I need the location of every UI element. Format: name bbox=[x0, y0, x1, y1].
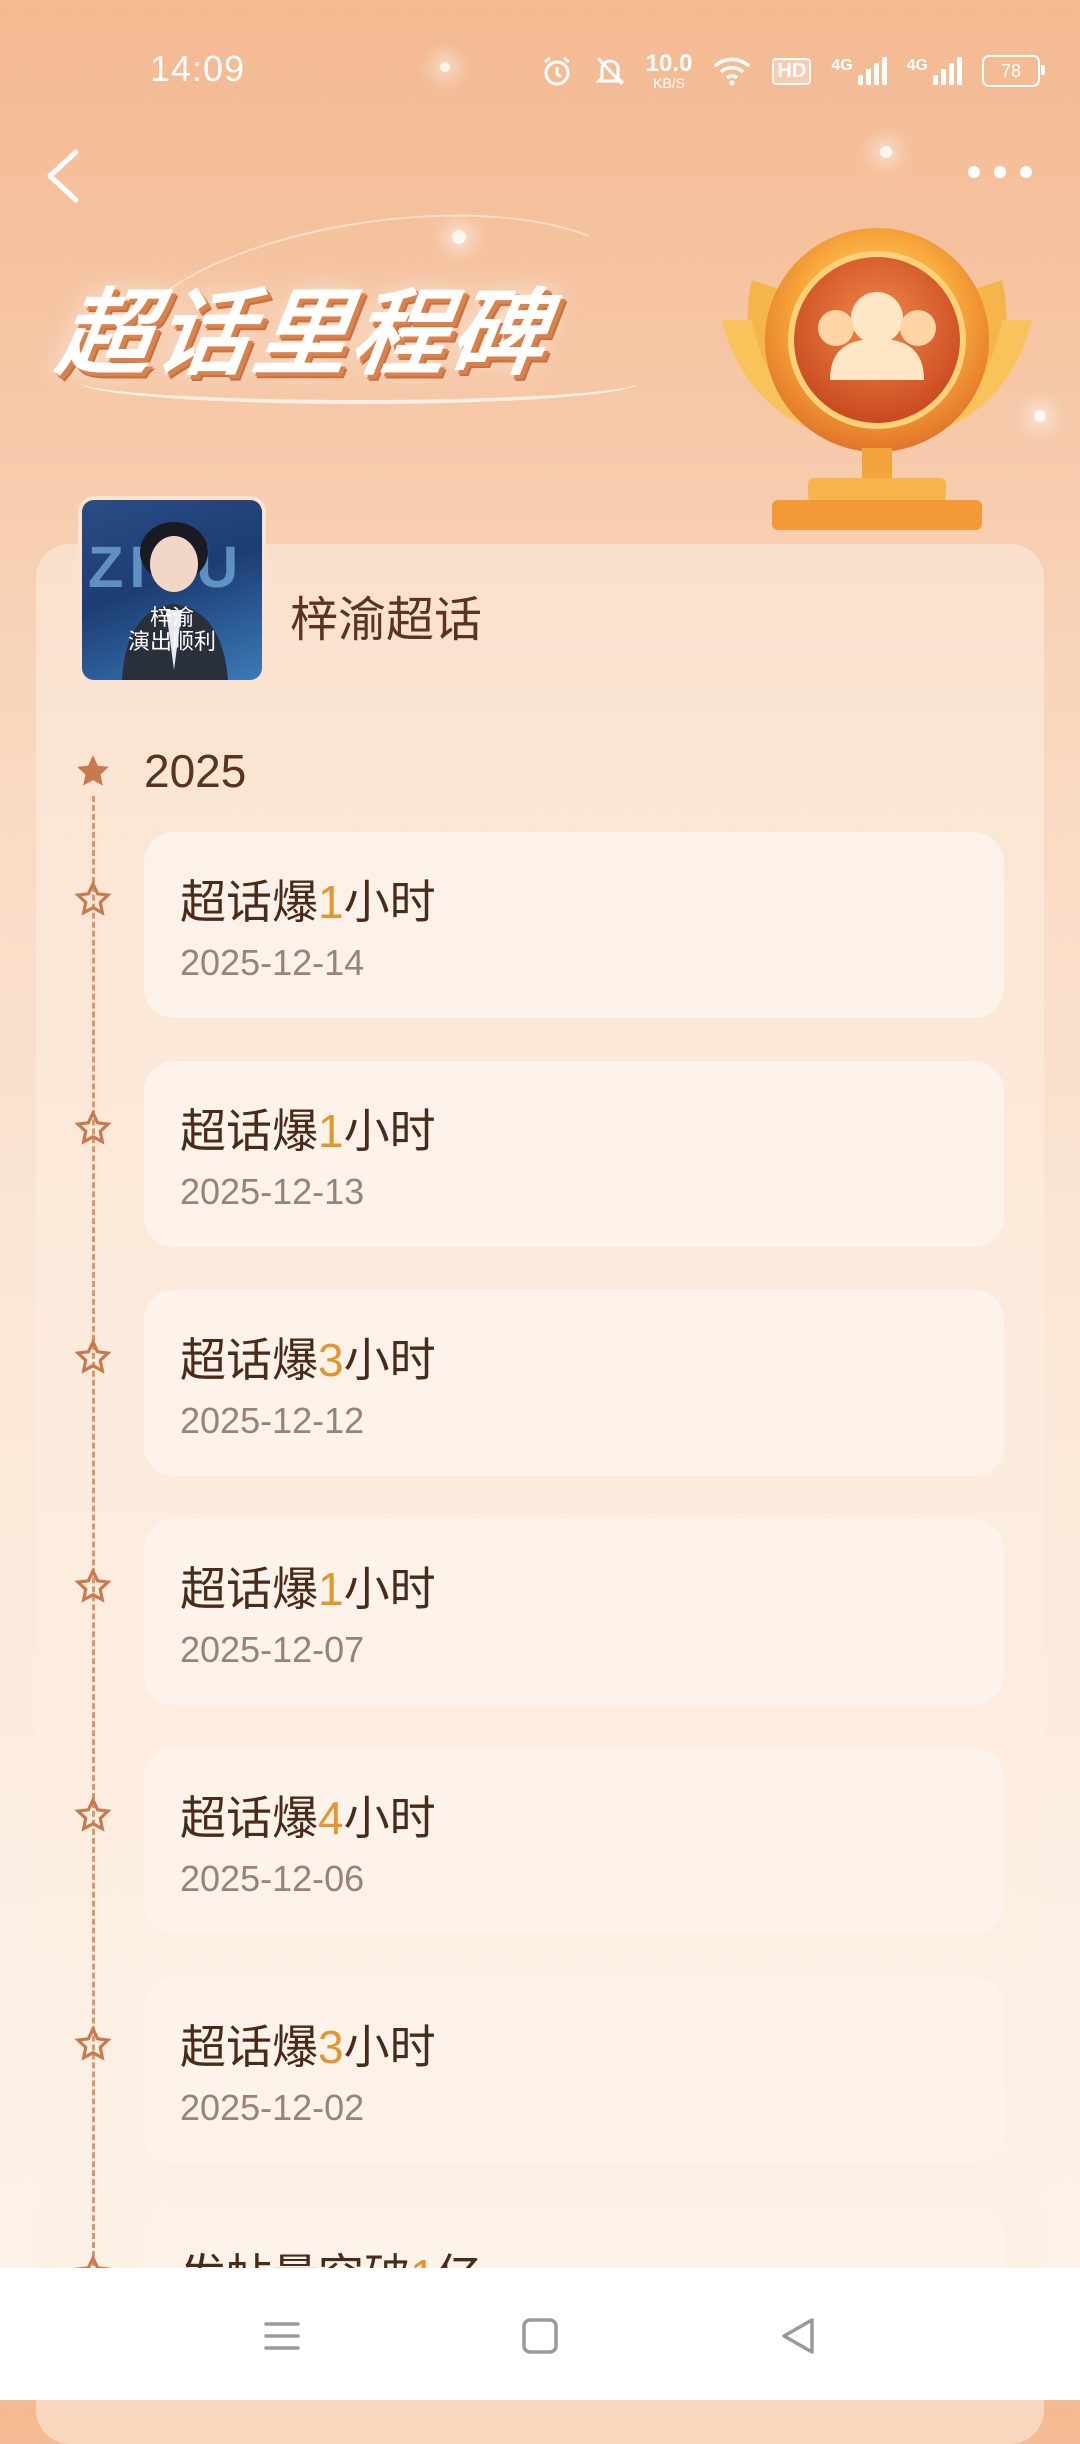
system-nav-bar bbox=[0, 2268, 1080, 2400]
net-speed-unit: KB/S bbox=[653, 75, 686, 91]
milestone-item[interactable]: 超话爆1小时 2025-12-07 bbox=[144, 1519, 1004, 1705]
more-dots-icon bbox=[968, 166, 980, 178]
signal-label: 4G bbox=[906, 57, 928, 74]
home-button[interactable] bbox=[516, 2312, 564, 2360]
signal-4g-icon: 4G bbox=[907, 57, 962, 85]
avatar-caption-line1: 梓渝 bbox=[149, 604, 194, 630]
milestone-title: 超话爆1小时 bbox=[180, 1563, 436, 1615]
star-outline-icon bbox=[74, 880, 112, 916]
topic-name[interactable]: 梓渝超话 bbox=[290, 580, 482, 650]
star-filled-icon bbox=[77, 755, 109, 786]
title-swoosh-decoration bbox=[80, 360, 640, 404]
star-outline-icon bbox=[74, 1109, 112, 1145]
milestone-title: 超话爆3小时 bbox=[180, 2021, 436, 2073]
network-speed: 10.0 KB/S bbox=[645, 50, 693, 91]
wifi-icon bbox=[712, 56, 752, 86]
milestone-date: 2025-12-12 bbox=[180, 1400, 365, 1441]
mute-bell-icon bbox=[594, 54, 626, 88]
recent-apps-button[interactable] bbox=[258, 2312, 306, 2360]
battery-icon: 78 bbox=[982, 55, 1045, 87]
milestone-item[interactable]: 超话爆4小时 2025-12-06 bbox=[144, 1748, 1004, 1934]
milestone-item[interactable]: 超话爆3小时 2025-12-02 bbox=[144, 1977, 1004, 2163]
milestone-date: 2025-12-14 bbox=[180, 942, 365, 983]
milestone-title: 超话爆1小时 bbox=[180, 876, 436, 928]
milestone-title: 超话爆4小时 bbox=[180, 1792, 436, 1844]
net-speed-value: 10.0 bbox=[645, 50, 693, 77]
status-time: 14:09 bbox=[150, 48, 246, 89]
star-outline-icon bbox=[74, 1796, 112, 1832]
alarm-icon bbox=[540, 54, 574, 88]
trophy-icon bbox=[712, 210, 1042, 540]
chevron-left-icon bbox=[47, 149, 79, 203]
status-icons: 10.0 KB/S HD 4G 4G 78 bbox=[540, 50, 1045, 91]
year-label: 2025 bbox=[144, 745, 247, 797]
battery-level: 78 bbox=[1000, 60, 1022, 81]
milestone-date: 2025-12-13 bbox=[180, 1171, 365, 1212]
milestone-item[interactable]: 超话爆3小时 2025-12-12 bbox=[144, 1290, 1004, 1476]
milestone-item[interactable]: 超话爆1小时 2025-12-13 bbox=[144, 1061, 1004, 1247]
star-outline-icon bbox=[74, 2025, 112, 2061]
milestone-date: 2025-12-07 bbox=[180, 1629, 365, 1670]
signal-4g-icon: 4G bbox=[831, 57, 887, 85]
star-outline-icon bbox=[74, 1567, 112, 1603]
sparkle-decoration bbox=[880, 146, 892, 158]
avatar-caption-line2: 演出顺利 bbox=[127, 628, 216, 654]
signal-label: 4G bbox=[831, 57, 853, 74]
more-button[interactable] bbox=[960, 152, 1040, 192]
milestone-title: 超话爆3小时 bbox=[180, 1334, 436, 1386]
status-bar: 14:09 10.0 KB/S HD 4G 4G 78 bbox=[0, 0, 1080, 140]
milestone-date: 2025-12-06 bbox=[180, 1858, 365, 1899]
menu-icon bbox=[264, 2322, 300, 2350]
square-icon bbox=[522, 2318, 558, 2354]
triangle-back-icon bbox=[782, 2318, 814, 2354]
more-dots-icon bbox=[1020, 166, 1032, 178]
back-button[interactable] bbox=[36, 140, 96, 210]
more-dots-icon bbox=[994, 166, 1006, 178]
system-back-button[interactable] bbox=[774, 2312, 822, 2360]
hd-icon: HD bbox=[772, 57, 812, 85]
topic-avatar[interactable]: ZIYU 梓渝 演出顺利 bbox=[78, 496, 266, 684]
milestone-title: 超话爆1小时 bbox=[180, 1105, 436, 1157]
milestone-date: 2025-12-02 bbox=[180, 2087, 365, 2128]
avatar-caption: 梓渝 演出顺利 bbox=[82, 604, 262, 654]
milestone-item[interactable]: 超话爆1小时 2025-12-14 bbox=[144, 832, 1004, 1018]
star-outline-icon bbox=[74, 1338, 112, 1374]
